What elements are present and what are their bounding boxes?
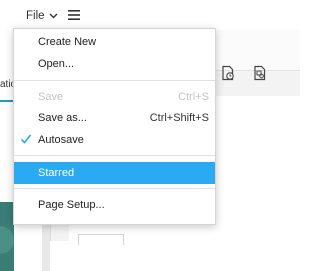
page-tab[interactable] (78, 234, 124, 245)
menu-item-label: Save (38, 91, 64, 103)
menu-separator (14, 188, 215, 189)
menu-item-save-as[interactable]: Save as... Ctrl+Shift+S (14, 107, 215, 129)
menu-separator (14, 80, 215, 81)
menu-item-save: Save Ctrl+S (14, 86, 215, 108)
top-toolbar: File (0, 0, 300, 30)
menu-item-shortcut: Ctrl+S (178, 91, 209, 103)
menu-item-label: Autosave (38, 134, 84, 146)
menu-item-label: Starred (38, 167, 75, 179)
file-menu-label: File (26, 10, 45, 22)
chevron-down-icon (49, 13, 58, 19)
clock-page-icon[interactable] (220, 65, 236, 81)
menu-separator (14, 155, 215, 156)
file-dropdown-menu: Create New Open... Save Ctrl+S Save as..… (13, 28, 216, 225)
menu-item-autosave[interactable]: Autosave (14, 129, 215, 151)
file-menu-button[interactable]: File (26, 8, 58, 24)
menu-item-shortcut: Ctrl+Shift+S (149, 112, 209, 124)
menu-item-label: Save as... (38, 112, 87, 124)
menu-item-label: Open... (38, 58, 75, 70)
checkmark-icon (20, 134, 32, 144)
menu-item-label: Create New (38, 36, 97, 48)
menu-item-page-setup[interactable]: Page Setup... (14, 194, 215, 216)
menu-item-open[interactable]: Open... (14, 53, 215, 75)
menu-item-create-new[interactable]: Create New (14, 31, 215, 53)
hamburger-menu-icon[interactable] (68, 10, 80, 20)
menu-item-label: Page Setup... (38, 199, 105, 211)
menu-item-starred[interactable]: Starred (14, 162, 215, 184)
shapes-page-icon[interactable] (252, 65, 268, 81)
